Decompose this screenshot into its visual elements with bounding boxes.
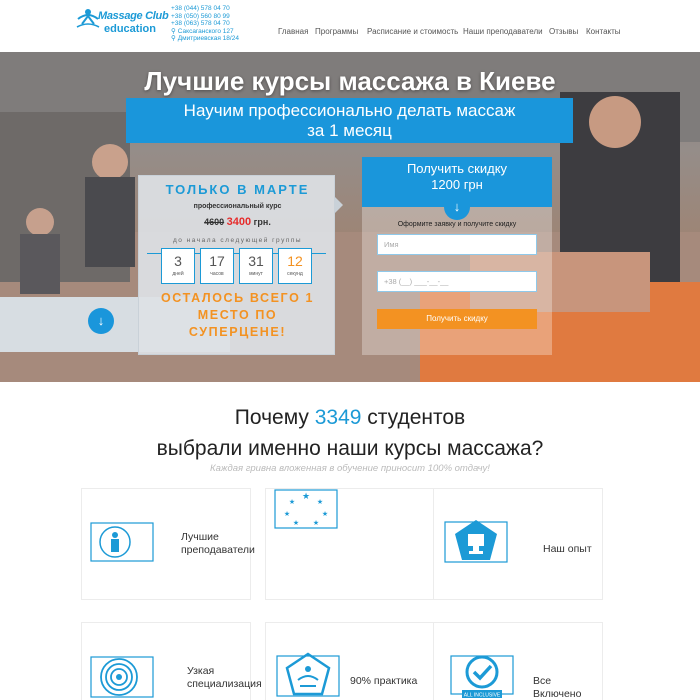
arrow-down-icon: ↓ (453, 199, 461, 214)
phone-1[interactable]: +38 (044) 578 04 70 (171, 5, 239, 13)
checkmark-icon: ALL INCLUSIVE (450, 655, 514, 699)
target-icon (90, 656, 154, 698)
feature-label-all-inclusive: Все Включено (533, 675, 582, 700)
form-note: Оформите заявку и получите скидку (397, 221, 517, 228)
svg-text:★: ★ (293, 519, 299, 527)
address-2: Дмитриевская 18/24 (177, 35, 239, 43)
discount-header-line1: Получить скидку (406, 161, 508, 176)
hero-subtitle-line2: за 1 месяц (307, 121, 392, 140)
countdown-days-value: 3 (174, 253, 182, 269)
form-scroll-button[interactable]: ↓ (444, 194, 470, 220)
why-title-prefix: Почему (234, 406, 315, 429)
countdown-hours-value: 17 (209, 253, 225, 269)
old-price: 4600 (204, 217, 225, 227)
countdown-minutes-value: 31 (248, 253, 264, 269)
feature-card-stars: ★ ★ ★ ★ ★ ★ ★ (265, 488, 435, 600)
phone-2[interactable]: +38 (050) 560 80 99 (171, 13, 239, 21)
countdown-minutes: 31 минут (239, 248, 273, 284)
hero: Лучшие курсы массажа в Киеве Научим проф… (0, 52, 700, 382)
arrow-down-icon: ↓ (97, 313, 105, 328)
nav-reviews[interactable]: Отзывы (549, 27, 578, 36)
stars-icon: ★ ★ ★ ★ ★ ★ ★ (274, 489, 338, 529)
site-header: Massage Club education +38 (044) 578 04 … (0, 0, 700, 52)
why-title: Почему 3349 студентов выбрали именно наш… (0, 402, 700, 464)
hero-title: Лучшие курсы массажа в Киеве (144, 66, 556, 96)
feature-label-teachers: Лучшие преподаватели (181, 531, 255, 557)
countdown-hours: 17 часов (200, 248, 234, 284)
students-count: 3349 (314, 406, 362, 429)
feature-card-teachers: Лучшие преподаватели (81, 488, 255, 600)
contacts: +38 (044) 578 04 70 +38 (050) 560 80 99 … (171, 5, 239, 43)
phone-3[interactable]: +38 (063) 578 04 70 (171, 20, 239, 28)
discount-form: Оформите заявку и получите скидку Имя +3… (362, 207, 552, 355)
feature-label-practice: 90% практика (350, 675, 418, 687)
feature-label-teachers-line2: преподаватели (181, 544, 255, 556)
hero-subtitle: Научим профессионально делать массаж за … (126, 98, 573, 143)
all-inclusive-badge: ALL INCLUSIVE (464, 693, 501, 699)
address-1: Саксаганского 127 (177, 27, 234, 35)
phone-input[interactable]: +38 (__) ___-__-__ (377, 271, 537, 292)
nav-teachers[interactable]: Наши преподаватели (463, 27, 543, 36)
nav-programs[interactable]: Программы (315, 27, 358, 36)
feature-label-specialization-line2: специализация (187, 678, 262, 690)
svg-text:★: ★ (284, 510, 290, 518)
teacher-icon (90, 522, 154, 562)
new-price: 3400 (226, 216, 252, 228)
countdown-hours-unit: часов (210, 271, 224, 277)
svg-text:★: ★ (289, 498, 295, 506)
seats-left-text: ОСТАЛОСЬ ВСЕГО 1 МЕСТО ПО СУПЕРЦЕНЕ! (139, 290, 336, 341)
seats-left-line1: ОСТАЛОСЬ ВСЕГО 1 (160, 291, 315, 305)
discount-header-line2: 1200 грн (431, 177, 483, 192)
name-input[interactable]: Имя (377, 234, 537, 255)
seats-left-line3: СУПЕРЦЕНЕ! (188, 325, 287, 339)
svg-text:★: ★ (313, 519, 319, 527)
feature-label-specialization-line1: Узкая (187, 665, 215, 677)
feature-card-all-inclusive: ALL INCLUSIVE Все Включено (433, 622, 603, 700)
feature-label-experience: Наш опыт (543, 543, 592, 555)
why-subtitle: Каждая гривна вложенная в обучение прино… (210, 463, 490, 474)
feature-card-practice: 90% практика (265, 622, 435, 700)
logo-subtitle: education (104, 23, 156, 35)
countdown-minutes-unit: минут (249, 271, 263, 277)
logo[interactable]: Massage Club education (76, 6, 169, 44)
countdown-seconds-value: 12 (287, 253, 303, 269)
hero-subtitle-line1: Научим профессионально делать массаж (183, 101, 516, 120)
promo-card: ТОЛЬКО В МАРТЕ профессиональный курс 460… (138, 175, 343, 355)
feature-label-teachers-line1: Лучшие (181, 531, 219, 543)
feature-card-specialization: Узкая специализация (81, 622, 262, 700)
nav-contacts[interactable]: Контакты (586, 27, 621, 36)
svg-text:★: ★ (317, 498, 323, 506)
trophy-icon (444, 520, 508, 563)
why-title-suffix: студентов (361, 406, 466, 429)
scroll-down-button[interactable]: ↓ (88, 308, 114, 334)
countdown-caption: до начала следующей группы (172, 237, 303, 244)
location-pin-icon: ⚲ (171, 27, 176, 35)
countdown-seconds: 12 секунд (278, 248, 312, 284)
countdown-seconds-unit: секунд (287, 271, 303, 277)
promo-course: профессиональный курс (193, 203, 282, 210)
location-pin-icon: ⚲ (171, 35, 176, 43)
svg-text:★: ★ (302, 492, 310, 502)
massage-figure-icon (76, 9, 100, 28)
promo-price: 4600 3400 грн. (139, 216, 336, 228)
countdown-days: 3 дней (161, 248, 195, 284)
seats-left-line2: МЕСТО ПО (197, 308, 278, 322)
currency: грн. (253, 217, 271, 227)
svg-text:★: ★ (322, 510, 328, 518)
nav-schedule[interactable]: Расписание и стоимость (367, 27, 458, 36)
promo-tag: ТОЛЬКО В МАРТЕ (165, 182, 310, 197)
feature-card-experience: Наш опыт (433, 488, 603, 600)
nav-home[interactable]: Главная (278, 27, 308, 36)
logo-title: Massage Club (98, 10, 169, 22)
get-discount-button[interactable]: Получить скидку (377, 309, 537, 329)
countdown-days-unit: дней (172, 271, 184, 277)
feature-label-specialization: Узкая специализация (187, 665, 262, 691)
yoga-icon (276, 652, 340, 697)
why-title-line2: выбрали именно наши курсы массажа? (156, 437, 544, 460)
